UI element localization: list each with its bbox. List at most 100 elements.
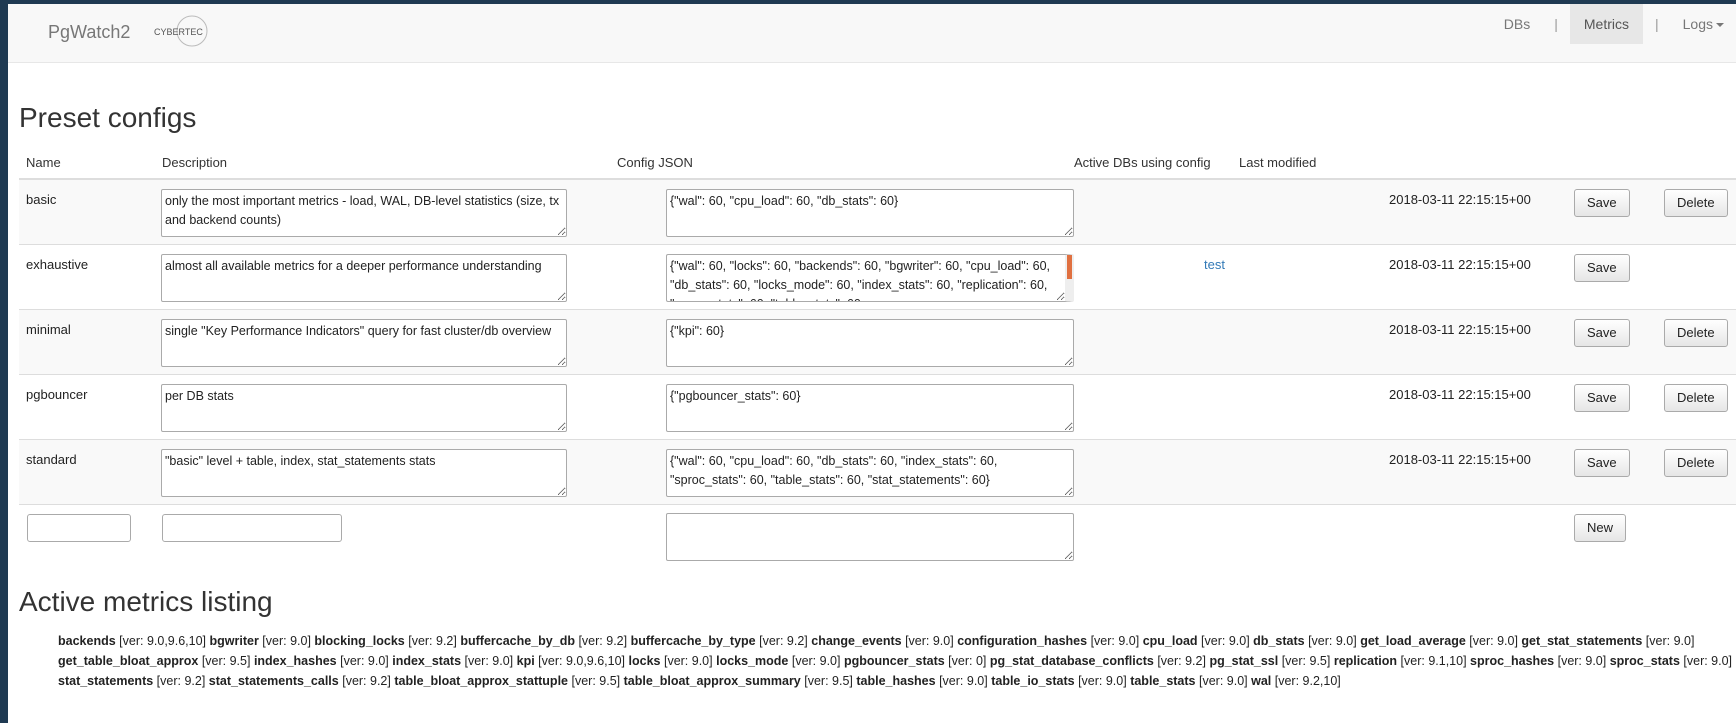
config-name: exhaustive [26,257,89,272]
chevron-down-icon [1716,23,1724,28]
active-metrics-title: Active metrics listing [19,586,273,617]
active-metrics-listing: backends [ver: 9.0,9.6,10] bgwriter [ver… [58,631,1736,691]
config-json-textarea[interactable]: {"wal": 60, "cpu_load": 60, "db_stats": … [666,189,1074,237]
metric-version: [ver: 9.0] [939,674,988,688]
nav-separator: | [1655,16,1659,32]
nav-menu: DBs | Metrics | Logs [1492,4,1736,44]
nav-dbs[interactable]: DBs [1492,4,1542,44]
table-row: basic only the most important metrics - l… [19,180,1736,245]
new-button[interactable]: New [1574,514,1627,542]
metric-version: [ver: 9.0] [1078,674,1127,688]
delete-button[interactable]: Delete [1664,189,1728,217]
metric-name: pg_stat_database_conflicts [989,654,1154,668]
config-json-textarea[interactable]: {"wal": 60, "locks": 60, "backends": 60,… [666,254,1074,302]
metric-version: [ver: 9.0] [464,654,514,668]
scrollbar-thumb[interactable] [1067,255,1072,279]
metric-name: table_io_stats [991,674,1075,688]
metric-name: get_table_bloat_approx [58,654,199,668]
metric-name: get_stat_statements [1521,634,1643,648]
metric-version: [ver: 9.2] [342,674,391,688]
metric-version: [ver: 0] [948,654,987,668]
config-json-textarea[interactable]: {"wal": 60, "cpu_load": 60, "db_stats": … [666,449,1074,497]
svg-text:CYBERTEC: CYBERTEC [154,27,203,37]
metric-version: [ver: 9.0] [1198,674,1248,688]
header-description: Description [162,155,228,170]
config-json-textarea[interactable]: {"pgbouncer_stats": 60} [666,384,1074,432]
metric-name: buffercache_by_db [460,634,575,648]
metric-name: table_bloat_approx_summary [623,674,801,688]
page: PgWatch2 CYBERTEC DBs | Metrics | Logs P… [8,4,1736,723]
metric-name: sproc_hashes [1470,654,1555,668]
metric-name: table_stats [1130,674,1196,688]
metric-version: [ver: 9.0] [1090,634,1140,648]
description-textarea[interactable]: per DB stats [161,384,567,432]
nav-logs[interactable]: Logs [1671,4,1736,44]
metric-version: [ver: 9.2,10] [1274,674,1341,688]
metric-name: change_events [811,634,902,648]
metric-version: [ver: 9.2] [759,634,808,648]
metric-name: pg_stat_ssl [1209,654,1279,668]
metric-version: [ver: 9.0,9.6,10] [119,634,207,648]
navbar: PgWatch2 CYBERTEC DBs | Metrics | Logs [8,4,1736,63]
metric-name: buffercache_by_type [630,634,756,648]
delete-button[interactable]: Delete [1664,384,1728,412]
metric-name: index_hashes [253,654,337,668]
metric-version: [ver: 9.0] [1645,634,1695,648]
save-button[interactable]: Save [1574,254,1630,282]
metric-name: sproc_stats [1609,654,1680,668]
metric-name: bgwriter [209,634,259,648]
save-button[interactable]: Save [1574,449,1630,477]
header-last-modified: Last modified [1239,155,1317,170]
config-json-textarea[interactable]: {"kpi": 60} [666,319,1074,367]
save-button[interactable]: Save [1574,189,1630,217]
metric-name: table_bloat_approx_stattuple [394,674,568,688]
new-config-json-textarea[interactable] [666,513,1074,561]
new-name-input[interactable] [27,514,131,542]
metric-version: [ver: 9.5] [201,654,251,668]
save-button[interactable]: Save [1574,384,1630,412]
active-db-link[interactable]: test [1204,257,1225,272]
preset-configs-title: Preset configs [19,102,197,133]
metric-version: [ver: 9.5] [571,674,621,688]
metric-version: [ver: 9.0] [1557,654,1607,668]
save-button[interactable]: Save [1574,319,1630,347]
metric-version: [ver: 9.0] [340,654,389,668]
table-row: exhaustive almost all available metrics f… [19,245,1736,310]
description-textarea[interactable]: "basic" level + table, index, stat_state… [161,449,567,497]
header-config-json: Config JSON [617,155,693,170]
delete-button[interactable]: Delete [1664,319,1728,347]
config-name: minimal [26,322,71,337]
description-textarea[interactable]: only the most important metrics - load, … [161,189,567,237]
metric-name: backends [58,634,116,648]
metric-name: pgbouncer_stats [843,654,945,668]
metric-version: [ver: 9.0] [1201,634,1250,648]
metric-name: stat_statements_calls [208,674,339,688]
metric-version: [ver: 9.0] [663,654,713,668]
metric-version: [ver: 9.0] [791,654,841,668]
last-modified-value: 2018-03-11 22:15:15+00 [1389,322,1531,337]
nav-metrics[interactable]: Metrics [1569,4,1643,44]
new-description-input[interactable] [162,514,342,542]
metric-version: [ver: 9.0] [1469,634,1518,648]
last-modified-value: 2018-03-11 22:15:15+00 [1389,257,1531,272]
metric-version: [ver: 9.2] [408,634,457,648]
table-row: pgbouncer per DB stats {"pgbouncer_stats":… [19,375,1736,440]
config-name: basic [26,192,57,207]
header-name: Name [26,155,61,170]
metric-name: replication [1333,654,1398,668]
brand-link[interactable]: PgWatch2 [48,22,130,43]
metric-name: blocking_locks [314,634,405,648]
metric-version: [ver: 9.2] [1157,654,1206,668]
metric-version: [ver: 9.2] [578,634,628,648]
metric-version: [ver: 9.0] [262,634,311,648]
metric-name: configuration_hashes [957,634,1088,648]
description-textarea[interactable]: single "Key Performance Indicators" quer… [161,319,567,367]
delete-button[interactable]: Delete [1664,449,1728,477]
nav-logs-label: Logs [1682,16,1713,32]
description-textarea[interactable]: almost all available metrics for a deepe… [161,254,567,302]
metric-name: kpi [516,654,535,668]
metric-version: [ver: 9.0,9.6,10] [538,654,626,668]
table-row: minimal single "Key Performance Indicator… [19,310,1736,375]
metric-name: db_stats [1253,634,1305,648]
metric-name: index_stats [392,654,462,668]
